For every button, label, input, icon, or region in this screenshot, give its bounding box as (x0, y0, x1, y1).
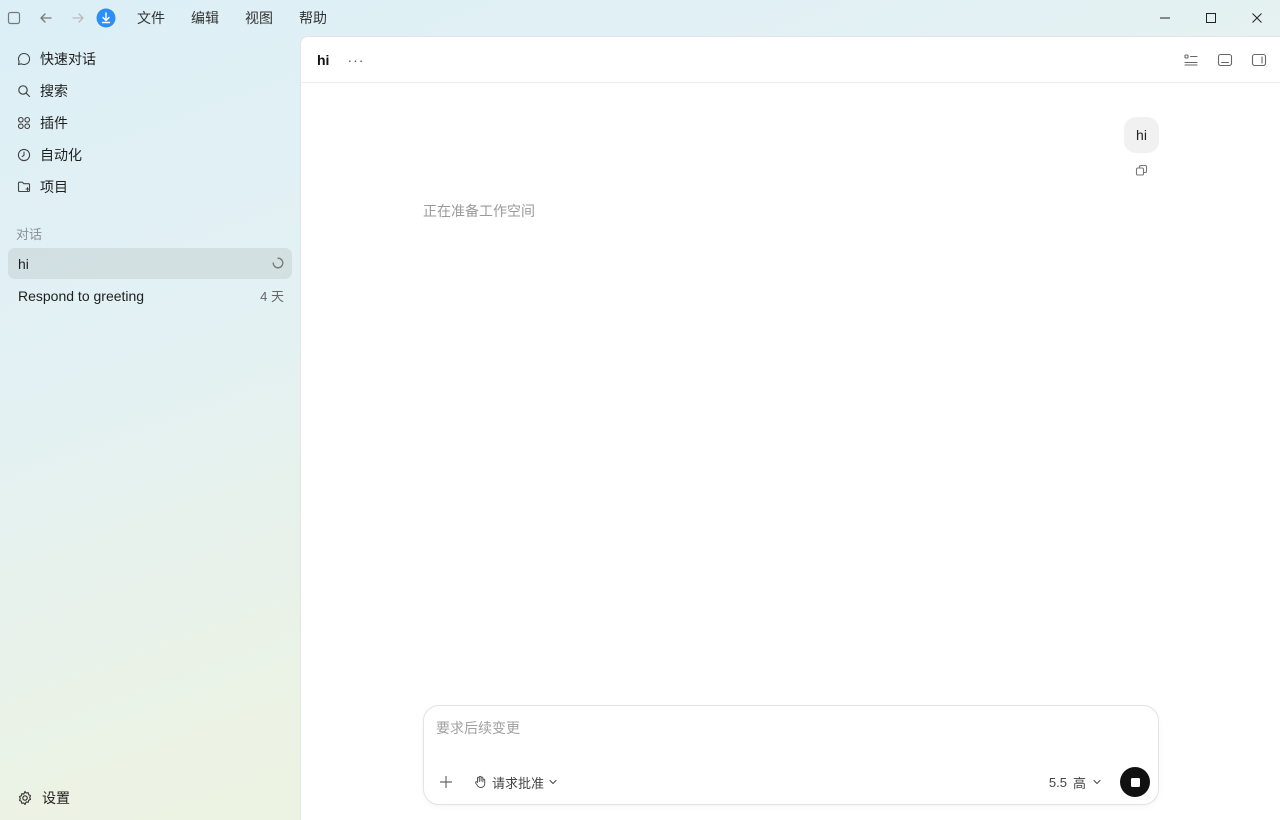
minimize-icon[interactable] (1142, 0, 1188, 36)
menu-file[interactable]: 文件 (124, 8, 178, 28)
back-arrow-icon[interactable] (32, 0, 60, 36)
title-bar: 文件 编辑 视图 帮助 (0, 0, 1280, 36)
chevron-down-icon (548, 777, 558, 787)
stop-button[interactable] (1120, 767, 1150, 797)
sidebar-item-label: 项目 (40, 179, 68, 195)
sidebar-item-projects[interactable]: 项目 (8, 172, 292, 202)
conversation-time: 4 天 (260, 289, 284, 304)
task-list-icon[interactable] (1174, 43, 1208, 77)
menu-view[interactable]: 视图 (232, 8, 286, 28)
more-options-icon[interactable]: ··· (347, 52, 364, 68)
sidebar-item-label: 快速对话 (40, 51, 96, 67)
folder-icon (16, 179, 32, 195)
main-panel: hi ··· hi 正在准备工作空间 请求批准 (300, 36, 1280, 820)
close-icon[interactable] (1234, 0, 1280, 36)
conversation-title: Respond to greeting (18, 287, 145, 304)
approval-mode-dropdown[interactable]: 请求批准 (472, 770, 558, 794)
chat-bubble-icon (16, 51, 32, 67)
page-title: hi (317, 51, 330, 68)
sidebar: 快速对话 搜索 插件 自动化 项目 对话 hi Respond to greet… (0, 36, 300, 820)
user-message-bubble: hi (1124, 117, 1159, 153)
composer-input[interactable] (436, 720, 1136, 736)
window-controls (1142, 0, 1280, 36)
bottom-panel-icon[interactable] (1208, 43, 1242, 77)
menu-edit[interactable]: 编辑 (178, 8, 232, 28)
search-icon (16, 83, 32, 99)
forward-arrow-icon[interactable] (64, 0, 92, 36)
conversation-item-active[interactable]: hi (8, 248, 292, 279)
hand-icon (472, 774, 488, 790)
sidebar-item-label: 自动化 (40, 147, 82, 163)
chevron-down-icon (1092, 777, 1102, 787)
maximize-icon[interactable] (1188, 0, 1234, 36)
sidebar-item-quick-chat[interactable]: 快速对话 (8, 44, 292, 74)
model-selector[interactable]: 5.5 高 (1049, 770, 1102, 794)
conversation-item[interactable]: Respond to greeting 4 天 (8, 280, 292, 311)
sidebar-item-label: 搜索 (40, 83, 68, 99)
settings-label: 设置 (42, 790, 70, 806)
model-version: 5.5 (1048, 774, 1067, 790)
gear-icon (16, 789, 34, 807)
approval-mode-label: 请求批准 (492, 775, 545, 791)
conversation-title: hi (18, 255, 29, 272)
workspace-status: 正在准备工作空间 (423, 203, 535, 219)
sidebar-item-label: 插件 (40, 115, 68, 131)
conversations-section-label: 对话 (16, 227, 43, 242)
plugins-grid-icon (16, 115, 32, 131)
header-actions (1174, 37, 1276, 83)
copy-icon[interactable] (1133, 162, 1149, 178)
main-header: hi ··· (301, 37, 1280, 83)
sidebar-item-automation[interactable]: 自动化 (8, 140, 292, 170)
sidebar-item-plugins[interactable]: 插件 (8, 108, 292, 138)
menu-help[interactable]: 帮助 (286, 8, 340, 28)
clock-icon (16, 147, 32, 163)
loading-spinner-icon (272, 256, 284, 272)
stop-icon (1130, 777, 1140, 787)
sidebar-toggle-icon[interactable] (0, 0, 28, 36)
model-effort: 高 (1072, 775, 1086, 791)
add-attachment-icon[interactable] (436, 770, 456, 794)
settings-button[interactable]: 设置 (16, 788, 70, 808)
composer: 请求批准 5.5 高 (423, 705, 1159, 805)
side-panel-icon[interactable] (1242, 43, 1276, 77)
sidebar-item-search[interactable]: 搜索 (8, 76, 292, 106)
download-update-icon[interactable] (92, 0, 120, 36)
